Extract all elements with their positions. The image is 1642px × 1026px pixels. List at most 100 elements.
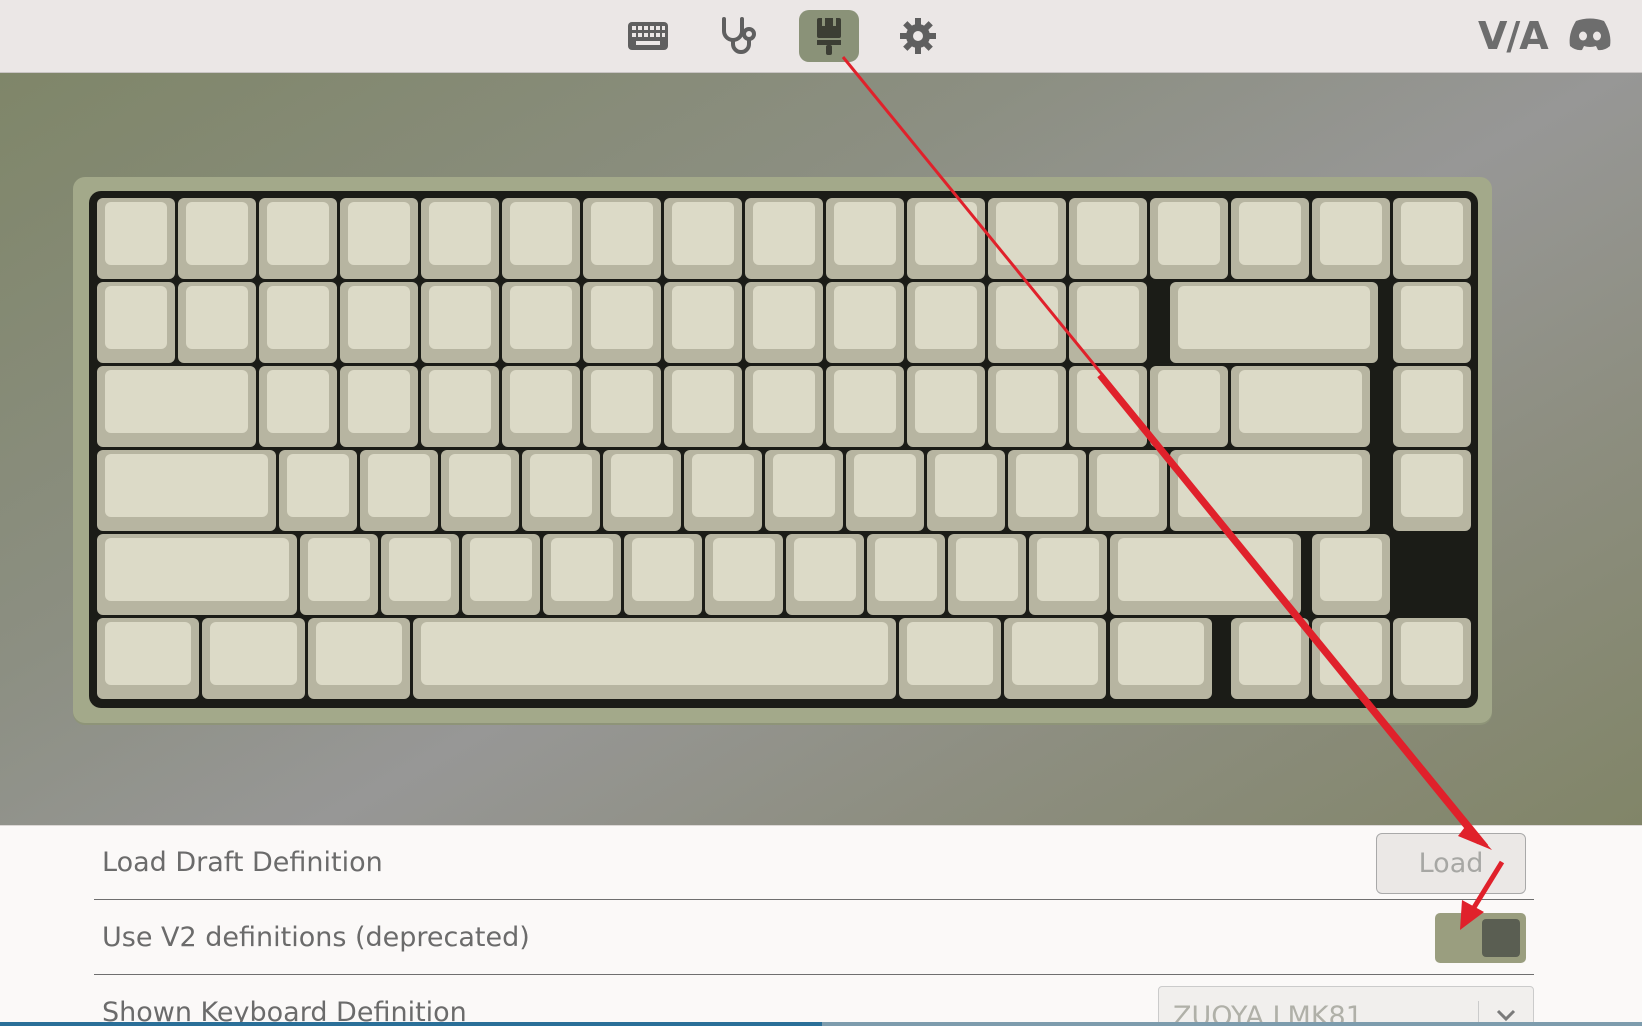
nav-test-button[interactable] bbox=[707, 10, 767, 62]
discord-icon[interactable] bbox=[1568, 16, 1612, 56]
keycap[interactable] bbox=[1393, 366, 1471, 447]
keycap[interactable] bbox=[441, 450, 520, 531]
keycap[interactable] bbox=[299, 534, 378, 615]
keycap[interactable] bbox=[340, 366, 418, 447]
keycap[interactable] bbox=[522, 450, 601, 531]
keycap[interactable] bbox=[1170, 282, 1378, 363]
keycap[interactable] bbox=[988, 282, 1066, 363]
keycap[interactable] bbox=[259, 198, 337, 279]
keycap[interactable] bbox=[947, 534, 1026, 615]
keycap[interactable] bbox=[745, 282, 823, 363]
keycap[interactable] bbox=[583, 198, 661, 279]
keycap[interactable] bbox=[907, 198, 985, 279]
keycap[interactable] bbox=[307, 618, 410, 699]
keycap-top bbox=[1012, 622, 1099, 685]
keycap[interactable] bbox=[1150, 198, 1228, 279]
keycap[interactable] bbox=[1150, 366, 1228, 447]
keycap[interactable] bbox=[360, 450, 439, 531]
keycap[interactable] bbox=[826, 366, 904, 447]
v2-definitions-toggle[interactable] bbox=[1435, 913, 1526, 963]
keycap-top bbox=[1239, 622, 1301, 685]
keycap[interactable] bbox=[664, 198, 742, 279]
keycap[interactable] bbox=[1393, 618, 1471, 699]
keycap-top bbox=[348, 286, 410, 349]
keycap[interactable] bbox=[97, 366, 256, 447]
via-logo[interactable]: V/A bbox=[1478, 14, 1549, 58]
keycap[interactable] bbox=[97, 282, 175, 363]
keycap[interactable] bbox=[1312, 198, 1390, 279]
keycap[interactable] bbox=[583, 366, 661, 447]
keycap[interactable] bbox=[745, 198, 823, 279]
keycap[interactable] bbox=[461, 534, 540, 615]
keycap[interactable] bbox=[1312, 534, 1390, 615]
keycap[interactable] bbox=[583, 282, 661, 363]
keycap[interactable] bbox=[745, 366, 823, 447]
keycap[interactable] bbox=[1069, 282, 1147, 363]
keycap[interactable] bbox=[907, 282, 985, 363]
keycap[interactable] bbox=[603, 450, 682, 531]
keycap[interactable] bbox=[1231, 366, 1370, 447]
keycap[interactable] bbox=[178, 198, 256, 279]
keycap[interactable] bbox=[1004, 618, 1107, 699]
keycap[interactable] bbox=[898, 618, 1002, 699]
keycap[interactable] bbox=[1231, 198, 1309, 279]
keycap[interactable] bbox=[988, 198, 1066, 279]
keycap[interactable] bbox=[178, 282, 256, 363]
keyboard-definition-select[interactable]: ZUOYA LMK81 bbox=[1158, 986, 1534, 1026]
keycap[interactable] bbox=[542, 534, 621, 615]
keycap[interactable] bbox=[826, 282, 904, 363]
keycap[interactable] bbox=[502, 282, 580, 363]
keycap[interactable] bbox=[202, 618, 305, 699]
keycap[interactable] bbox=[97, 618, 200, 699]
keycap[interactable] bbox=[259, 282, 337, 363]
keycap[interactable] bbox=[1312, 618, 1390, 699]
keycap-top bbox=[955, 538, 1018, 601]
keycap[interactable] bbox=[259, 366, 337, 447]
keycap[interactable] bbox=[866, 534, 945, 615]
keycap[interactable] bbox=[421, 282, 499, 363]
keycap[interactable] bbox=[1069, 366, 1147, 447]
keycap[interactable] bbox=[684, 450, 763, 531]
keycap[interactable] bbox=[412, 618, 896, 699]
keycap[interactable] bbox=[623, 534, 702, 615]
keycap-top bbox=[1036, 538, 1099, 601]
keycap[interactable] bbox=[421, 366, 499, 447]
keycap[interactable] bbox=[826, 198, 904, 279]
keycap[interactable] bbox=[1069, 198, 1147, 279]
keycap-top bbox=[672, 202, 734, 265]
keycap[interactable] bbox=[1231, 618, 1309, 699]
load-button[interactable]: Load bbox=[1376, 833, 1526, 894]
keycap[interactable] bbox=[340, 282, 418, 363]
keycap[interactable] bbox=[421, 198, 499, 279]
keycap-top bbox=[1077, 202, 1139, 265]
keycap[interactable] bbox=[664, 366, 742, 447]
keycap[interactable] bbox=[1393, 450, 1471, 531]
keycap[interactable] bbox=[1109, 534, 1301, 615]
keycap[interactable] bbox=[340, 198, 418, 279]
nav-design-button[interactable] bbox=[799, 10, 859, 62]
keycap[interactable] bbox=[1170, 450, 1370, 531]
keycap[interactable] bbox=[704, 534, 783, 615]
keycap[interactable] bbox=[279, 450, 358, 531]
keycap[interactable] bbox=[380, 534, 459, 615]
keycap[interactable] bbox=[1089, 450, 1168, 531]
keycap[interactable] bbox=[1008, 450, 1087, 531]
keycap[interactable] bbox=[1109, 618, 1212, 699]
keycap[interactable] bbox=[765, 450, 844, 531]
nav-settings-button[interactable] bbox=[888, 10, 948, 62]
keycap[interactable] bbox=[927, 450, 1006, 531]
keycap[interactable] bbox=[502, 198, 580, 279]
keycap[interactable] bbox=[1028, 534, 1107, 615]
keycap[interactable] bbox=[97, 198, 175, 279]
keycap[interactable] bbox=[97, 450, 277, 531]
keycap[interactable] bbox=[502, 366, 580, 447]
keycap[interactable] bbox=[907, 366, 985, 447]
keycap[interactable] bbox=[785, 534, 864, 615]
keycap[interactable] bbox=[846, 450, 925, 531]
keycap[interactable] bbox=[97, 534, 297, 615]
keycap[interactable] bbox=[1393, 198, 1471, 279]
nav-configure-button[interactable] bbox=[618, 10, 678, 62]
keycap[interactable] bbox=[664, 282, 742, 363]
keycap[interactable] bbox=[988, 366, 1066, 447]
keycap[interactable] bbox=[1393, 282, 1471, 363]
